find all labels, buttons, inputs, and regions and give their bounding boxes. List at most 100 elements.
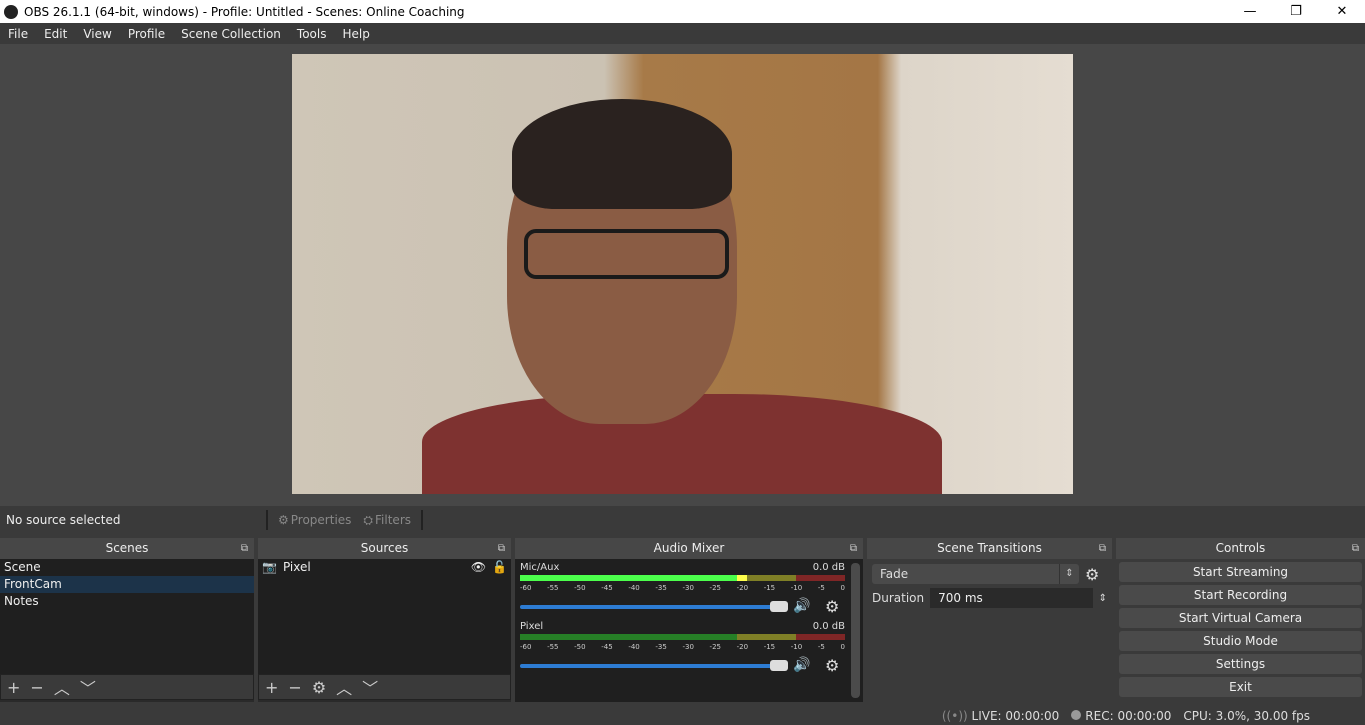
controls-title: Controls [1215, 541, 1266, 555]
settings-button[interactable]: Settings [1119, 654, 1362, 674]
person-glasses [524, 229, 729, 279]
move-down-icon[interactable]: ﹀ [362, 675, 378, 699]
source-status: No source selected [6, 513, 121, 527]
scene-item[interactable]: Scene [0, 559, 254, 576]
menu-help[interactable]: Help [334, 27, 377, 41]
mixer-channel: Pixel 0.0 dB -60 -55 -50 -45 -40 -35 -30 -25 -20… [520, 621, 846, 680]
transition-select[interactable]: Fade ⇕ [872, 564, 1079, 584]
exit-button[interactable]: Exit [1119, 677, 1362, 697]
menu-file[interactable]: File [0, 27, 36, 41]
scene-item[interactable]: Notes [0, 593, 254, 610]
studio-mode-button[interactable]: Studio Mode [1119, 631, 1362, 651]
chevron-updown-icon: ⇕ [1059, 564, 1079, 584]
source-item[interactable]: 📷 Pixel 👁 🔓 [258, 559, 511, 576]
preview-canvas[interactable] [292, 54, 1073, 494]
meter-ticks: -60 -55 -50 -45 -40 -35 -30 -25 -20 -15 -10 -5 0 [520, 584, 845, 592]
add-icon[interactable]: + [265, 678, 278, 697]
duration-input[interactable]: 700 ms [930, 588, 1093, 608]
sources-dock: Sources ⧉ 📷 Pixel 👁 🔓 + − ⚙ ︿ ﹀ [258, 538, 511, 702]
close-button[interactable]: ✕ [1319, 0, 1365, 23]
restore-button[interactable]: ❐ [1273, 0, 1319, 23]
start-virtual-camera-button[interactable]: Start Virtual Camera [1119, 608, 1362, 628]
float-icon[interactable]: ⧉ [850, 538, 857, 559]
move-up-icon[interactable]: ︿ [54, 675, 70, 699]
audio-mixer-dock: Audio Mixer ⧉ Mic/Aux 0.0 dB -60 -55 -50 -45… [515, 538, 863, 702]
menu-edit[interactable]: Edit [36, 27, 75, 41]
cpu-status: CPU: 3.0%, 30.00 fps [1183, 709, 1310, 723]
remove-icon[interactable]: − [30, 678, 43, 697]
preview-area [0, 44, 1365, 506]
eye-icon[interactable]: 👁 [471, 559, 486, 576]
title-bar: OBS 26.1.1 (64-bit, windows) - Profile: … [0, 0, 1365, 23]
transition-value: Fade [880, 567, 909, 581]
filters-button[interactable]: ⛭ Filters [357, 513, 417, 528]
source-toolbar: No source selected ⚙ Properties ⛭ Filters [0, 506, 1365, 534]
record-dot-icon [1071, 710, 1082, 720]
lock-icon[interactable]: 🔓 [492, 559, 507, 576]
live-status: ((•)) LIVE: 00:00:00 [941, 709, 1060, 723]
menu-tools[interactable]: Tools [289, 27, 335, 41]
menu-view[interactable]: View [75, 27, 119, 41]
transitions-title: Scene Transitions [937, 541, 1042, 555]
remove-icon[interactable]: − [288, 678, 301, 697]
speaker-icon[interactable]: 🔊 [793, 657, 810, 673]
window-title: OBS 26.1.1 (64-bit, windows) - Profile: … [24, 4, 465, 19]
sources-title: Sources [360, 541, 409, 555]
float-icon[interactable]: ⧉ [1099, 538, 1106, 559]
source-label: Pixel [282, 560, 311, 574]
move-up-icon[interactable]: ︿ [336, 675, 352, 699]
volume-meter [520, 634, 846, 640]
rec-status: REC: 00:00:00 [1071, 709, 1171, 723]
volume-slider-handle[interactable] [770, 660, 788, 671]
gear-icon[interactable]: ⚙ [1085, 565, 1099, 584]
broadcast-icon: ((•)) [941, 709, 968, 723]
channel-db: 0.0 dB [812, 562, 845, 573]
duration-stepper[interactable]: ⇕ [1099, 593, 1107, 604]
duration-label: Duration [872, 591, 925, 605]
mixer-channel: Mic/Aux 0.0 dB -60 -55 -50 -45 -40 -35 -30 -25-… [520, 562, 846, 621]
speaker-icon[interactable]: 🔊 [793, 598, 810, 614]
gear-icon[interactable]: ⚙ [312, 678, 326, 697]
volume-slider[interactable] [520, 664, 785, 668]
scene-item[interactable]: FrontCam [0, 576, 254, 593]
start-recording-button[interactable]: Start Recording [1119, 585, 1362, 605]
sources-list: 📷 Pixel 👁 🔓 [258, 559, 511, 674]
camera-icon: 📷 [262, 560, 277, 574]
volume-slider[interactable] [520, 605, 785, 609]
volume-slider-handle[interactable] [770, 601, 788, 612]
move-down-icon[interactable]: ﹀ [80, 675, 96, 699]
audio-mixer-title: Audio Mixer [653, 541, 725, 555]
channel-name: Mic/Aux [520, 562, 560, 573]
status-bar: ((•)) LIVE: 00:00:00 REC: 00:00:00 CPU: … [0, 707, 1365, 725]
gear-icon: ⚙ [278, 513, 289, 527]
scenes-list: Scene FrontCam Notes [0, 559, 254, 674]
menu-profile[interactable]: Profile [120, 27, 173, 41]
obs-logo-icon [4, 4, 18, 19]
mixer-scrollbar[interactable] [851, 563, 860, 698]
menu-scene-collection[interactable]: Scene Collection [173, 27, 289, 41]
properties-label: Properties [290, 513, 352, 527]
scenes-dock: Scenes ⧉ Scene FrontCam Notes + − ︿ ﹀ [0, 538, 254, 702]
meter-ticks: -60 -55 -50 -45 -40 -35 -30 -25 -20 -15 -10 -5 0 [520, 643, 845, 651]
divider [266, 510, 268, 530]
float-icon[interactable]: ⧉ [241, 538, 248, 559]
divider [421, 510, 424, 530]
person-hair [512, 99, 732, 209]
properties-button[interactable]: ⚙ Properties [272, 513, 357, 527]
minimize-button[interactable]: — [1227, 0, 1273, 23]
controls-dock: Controls ⧉ Start Streaming Start Recordin… [1116, 538, 1365, 702]
filters-label: Filters [375, 513, 412, 527]
gear-icon[interactable]: ⚙ [825, 597, 839, 616]
channel-db: 0.0 dB [812, 621, 845, 632]
scenes-title: Scenes [105, 541, 149, 555]
float-icon[interactable]: ⧉ [498, 538, 505, 559]
add-icon[interactable]: + [7, 678, 20, 697]
filter-icon: ⛭ [363, 512, 374, 527]
float-icon[interactable]: ⧉ [1352, 538, 1359, 559]
gear-icon[interactable]: ⚙ [825, 656, 839, 675]
scene-transitions-dock: Scene Transitions ⧉ Fade ⇕ ⚙ Duration 700 … [867, 538, 1112, 702]
channel-name: Pixel [520, 621, 544, 632]
start-streaming-button[interactable]: Start Streaming [1119, 562, 1362, 582]
menu-bar: File Edit View Profile Scene Collection … [0, 23, 1365, 44]
volume-meter [520, 575, 846, 581]
